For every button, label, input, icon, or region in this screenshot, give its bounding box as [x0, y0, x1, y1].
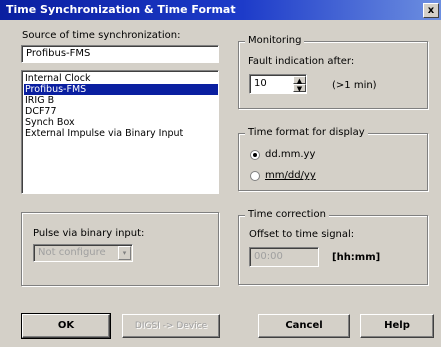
radio-dd-mm-yy[interactable]: [250, 150, 260, 160]
time-format-option-1[interactable]: dd.mm.yy: [265, 149, 315, 160]
help-button[interactable]: Help: [360, 314, 434, 338]
offset-unit: [hh:mm]: [332, 252, 381, 263]
pulse-select[interactable]: Not configure ▾: [33, 244, 133, 262]
time-correction-group-title: Time correction: [245, 209, 329, 220]
source-label: Source of time synchronization:: [22, 30, 181, 41]
offset-input[interactable]: 00:00: [249, 247, 319, 267]
offset-value: 00:00: [254, 251, 283, 262]
list-item[interactable]: DCF77: [25, 106, 218, 117]
dialog-window: Time Synchronization & Time Format x Sou…: [0, 0, 441, 347]
window-title: Time Synchronization & Time Format: [6, 3, 236, 16]
fault-indication-label: Fault indication after:: [248, 56, 355, 67]
spin-up-icon[interactable]: ▲: [293, 76, 306, 85]
title-bar[interactable]: Time Synchronization & Time Format x: [0, 0, 441, 20]
close-icon[interactable]: x: [423, 3, 439, 18]
time-format-option-2[interactable]: mm/dd/yy: [265, 170, 316, 181]
spin-down-icon[interactable]: ▼: [293, 84, 306, 93]
cancel-button[interactable]: Cancel: [258, 314, 350, 338]
digsi-device-button[interactable]: DIGSI -> Device: [122, 314, 220, 338]
source-value-field[interactable]: Profibus-FMS: [21, 45, 219, 63]
list-item[interactable]: Internal Clock: [25, 73, 218, 84]
monitoring-group-title: Monitoring: [245, 35, 305, 46]
time-format-group: Time format for display: [238, 127, 428, 191]
list-item[interactable]: External Impulse via Binary Input: [25, 128, 218, 139]
list-item[interactable]: Synch Box: [25, 117, 218, 128]
list-item[interactable]: IRIG B: [25, 95, 218, 106]
source-listbox[interactable]: Internal Clock Profibus-FMS IRIG B DCF77…: [21, 70, 219, 194]
ok-button[interactable]: OK: [21, 313, 111, 339]
fault-indication-unit: (>1 min): [332, 80, 377, 91]
offset-label: Offset to time signal:: [249, 229, 355, 240]
chevron-down-icon[interactable]: ▾: [118, 246, 131, 260]
pulse-label: Pulse via binary input:: [33, 228, 145, 239]
pulse-select-value: Not configure: [38, 247, 106, 258]
time-format-group-title: Time format for display: [245, 127, 368, 138]
list-item[interactable]: Profibus-FMS: [24, 84, 218, 95]
radio-mm-dd-yy[interactable]: [250, 171, 260, 181]
